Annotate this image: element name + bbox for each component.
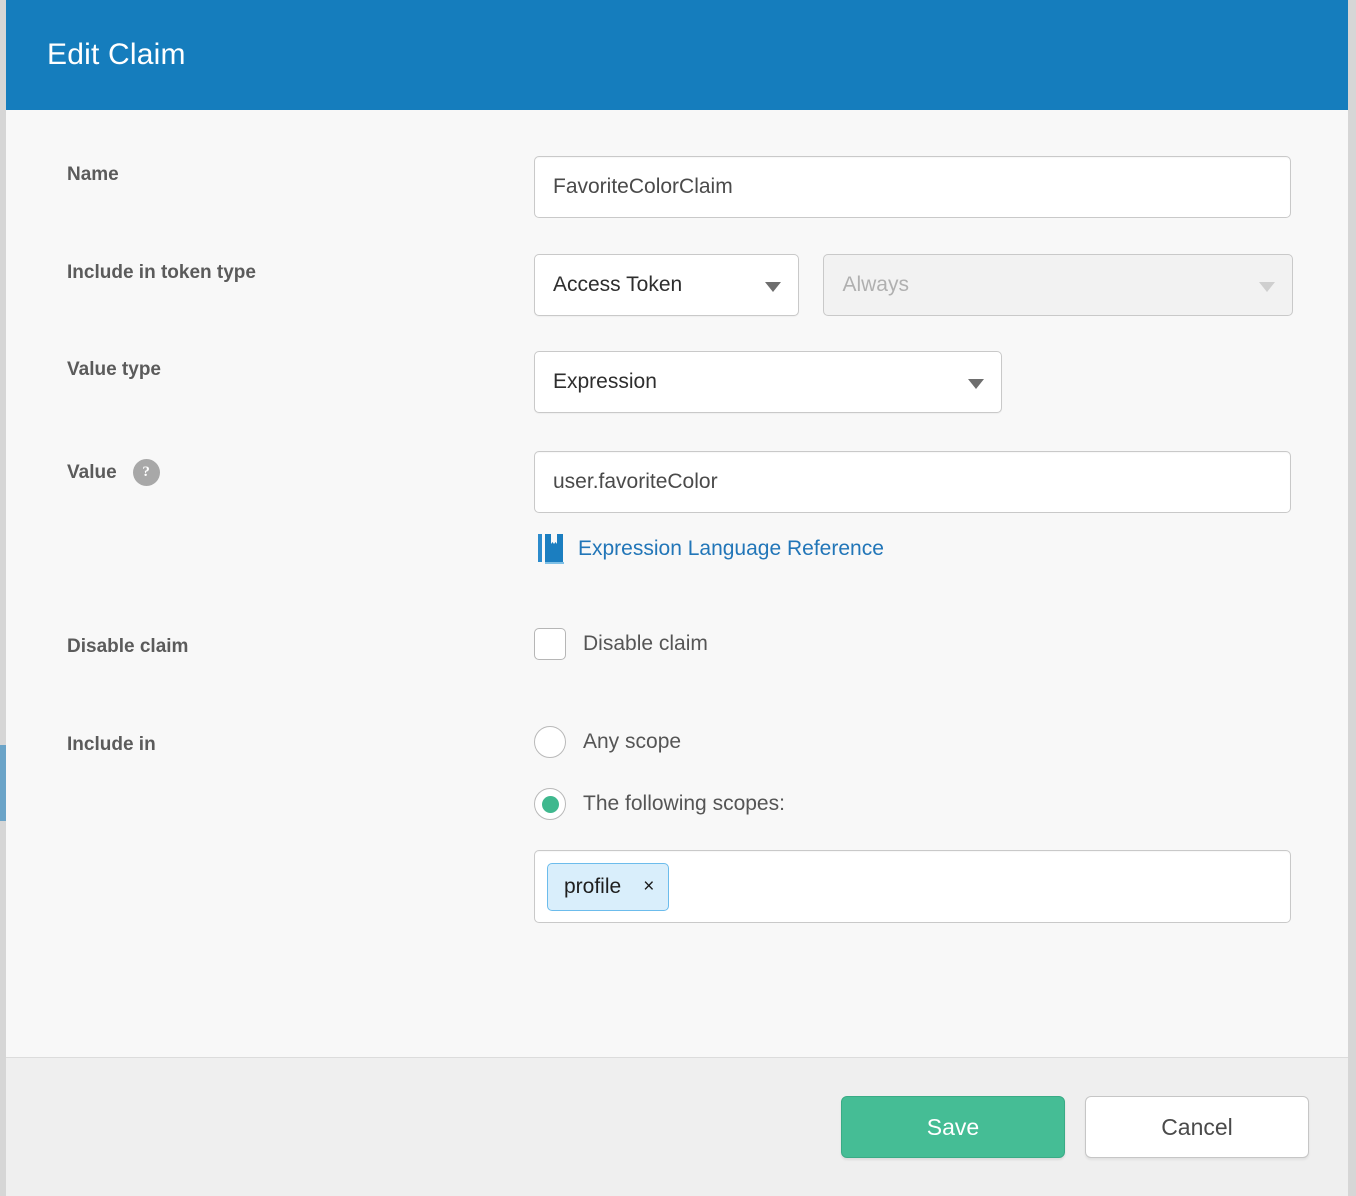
radio-row-any-scope: Any scope <box>534 726 1348 758</box>
cancel-button[interactable]: Cancel <box>1085 1096 1309 1158</box>
value-type-select[interactable]: Expression <box>534 351 1002 413</box>
scope-chip-profile[interactable]: profile × <box>547 863 669 911</box>
label-value-text: Value <box>67 462 117 484</box>
token-type-select-wrap: Access Token <box>534 254 799 316</box>
question-mark-icon[interactable]: ? <box>133 459 160 486</box>
form-row-disable-claim: Disable claim Disable claim <box>6 628 1348 660</box>
control-value: Expression Language Reference <box>534 451 1348 564</box>
disable-claim-checkbox-label[interactable]: Disable claim <box>583 632 708 656</box>
radio-dot <box>542 734 559 751</box>
token-type-select[interactable]: Access Token <box>534 254 799 316</box>
expression-language-reference-link[interactable]: Expression Language Reference <box>578 537 884 561</box>
scope-chip-label: profile <box>564 875 621 899</box>
modal-header: Edit Claim <box>6 0 1348 110</box>
background-page-right-edge <box>1348 0 1356 1196</box>
control-disable-claim: Disable claim <box>534 628 1348 660</box>
value-type-select-wrap: Expression <box>534 351 1002 413</box>
radio-dot <box>542 796 559 813</box>
label-disable-claim: Disable claim <box>67 628 534 658</box>
control-name <box>534 156 1348 218</box>
control-token-type: Access Token Always <box>534 254 1348 316</box>
radio-following-scopes[interactable] <box>534 788 566 820</box>
expression-reference-row: Expression Language Reference <box>534 534 1348 564</box>
edit-claim-modal: Edit Claim Name Include in token type Ac… <box>6 0 1348 1196</box>
close-icon[interactable]: × <box>643 877 654 896</box>
label-value: Value ? <box>67 451 534 486</box>
form-row-value-type: Value type Expression <box>6 351 1348 413</box>
save-button[interactable]: Save <box>841 1096 1065 1158</box>
radio-any-scope-label[interactable]: Any scope <box>583 730 681 754</box>
label-include-in-token-type: Include in token type <box>67 254 534 284</box>
form-row-include-in: Include in Any scope The following scope… <box>6 726 1348 923</box>
label-include-in: Include in <box>67 726 534 756</box>
modal-footer: Save Cancel <box>6 1058 1348 1196</box>
book-icon <box>538 534 564 564</box>
form-row-token-type: Include in token type Access Token Alway… <box>6 254 1348 316</box>
name-input[interactable] <box>534 156 1291 218</box>
page-title: Edit Claim <box>47 38 186 72</box>
control-value-type: Expression <box>534 351 1348 413</box>
form-row-value: Value ? Expression Language Reference <box>6 451 1348 564</box>
label-value-type: Value type <box>67 351 534 381</box>
token-condition-select-wrap: Always <box>823 254 1293 316</box>
radio-any-scope[interactable] <box>534 726 566 758</box>
disable-claim-check-row: Disable claim <box>534 628 1348 660</box>
radio-following-scopes-label[interactable]: The following scopes: <box>583 792 785 816</box>
label-name: Name <box>67 156 534 186</box>
control-include-in: Any scope The following scopes: profile … <box>534 726 1348 923</box>
form-row-name: Name <box>6 156 1348 218</box>
token-condition-select[interactable]: Always <box>823 254 1293 316</box>
scopes-token-field[interactable]: profile × <box>534 850 1291 923</box>
disable-claim-checkbox[interactable] <box>534 628 566 660</box>
radio-row-following-scopes: The following scopes: <box>534 788 1348 820</box>
modal-body: Name Include in token type Access Token … <box>6 110 1348 1058</box>
value-input[interactable] <box>534 451 1291 513</box>
